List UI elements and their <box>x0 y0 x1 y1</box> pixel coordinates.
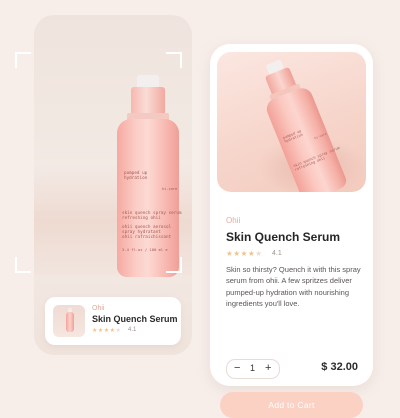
product-price: $ 32.00 <box>321 361 358 373</box>
bottle-label-description: skin quench spray serum refreshing ohii <box>122 211 182 221</box>
bottle-label-volume: 3.4 fl.oz / 100 ml e <box>122 247 168 252</box>
product-star-rating: ★★★★★ <box>226 249 263 258</box>
result-star-rating: ★★★★★ <box>92 328 122 334</box>
quantity-value: 1 <box>250 363 256 373</box>
bottle-label-side: hi-care <box>162 187 178 191</box>
star-empty-icon: ★ <box>115 328 122 334</box>
thumbnail-bottle <box>66 312 74 332</box>
scan-frame-corner-bottom-left <box>15 257 31 273</box>
decrease-quantity-button[interactable]: − <box>234 362 240 374</box>
product-thumbnail <box>53 305 85 337</box>
bottle-label-description-fr: ohii quench aerosol spray hydratant ohii… <box>122 225 172 240</box>
increase-quantity-button[interactable]: + <box>265 362 271 374</box>
scan-frame-corner-top-right <box>166 52 182 68</box>
quantity-stepper[interactable]: − 1 + <box>226 359 280 379</box>
result-brand: Ohii <box>92 305 105 312</box>
result-rating-value: 4.1 <box>128 327 137 333</box>
product-rating-value: 4.1 <box>272 250 282 257</box>
bottle-body <box>117 119 179 277</box>
result-product-name: Skin Quench Serum <box>92 314 178 324</box>
product-brand: Ohii <box>226 216 241 225</box>
scanned-bottle-image: pumped up hydration hi-care skin quench … <box>117 75 192 285</box>
scan-frame-corner-bottom-right <box>166 257 182 273</box>
product-title: Skin Quench Serum <box>226 230 341 244</box>
product-detail-screen: pumped up hydration hi-care skin quench … <box>210 44 373 418</box>
bottle-cap <box>137 75 159 87</box>
star-empty-icon: ★ <box>255 249 263 258</box>
scan-frame-corner-top-left <box>15 52 31 68</box>
bottle-label-headline: pumped up hydration <box>124 171 148 181</box>
scan-result-card[interactable]: Ohii Skin Quench Serum ★★★★★ 4.1 <box>45 297 181 345</box>
product-hero-image: pumped up hydration hi-care skin quench … <box>217 52 366 192</box>
add-to-cart-button[interactable]: Add to Cart <box>220 392 363 418</box>
product-description: Skin so thirsty? Quench it with this spr… <box>226 265 361 309</box>
